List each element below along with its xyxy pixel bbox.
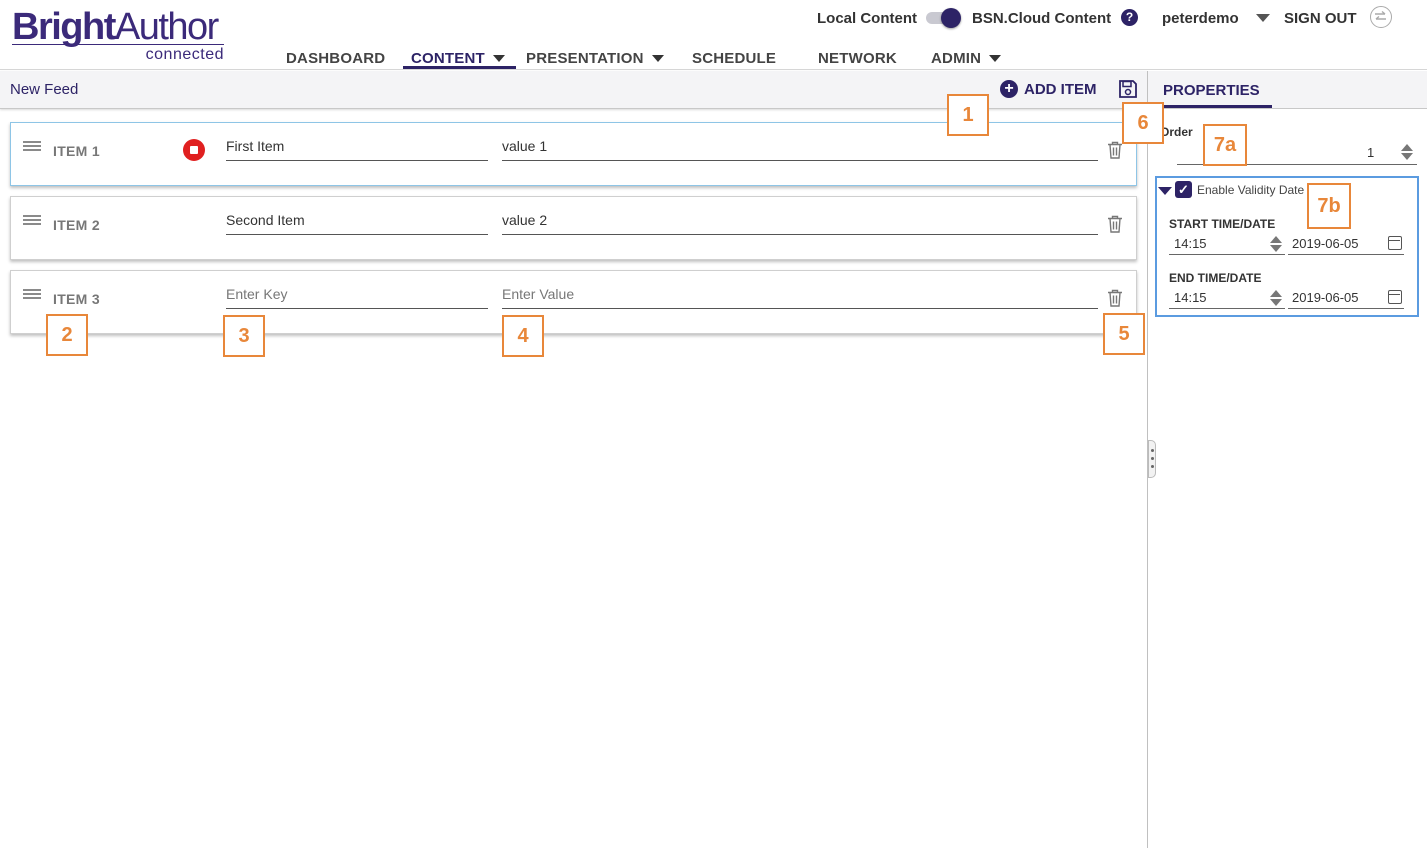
logo-divider xyxy=(12,44,224,45)
calendar-icon[interactable] xyxy=(1388,290,1402,304)
nav-network[interactable]: NETWORK xyxy=(818,46,897,70)
item-label: ITEM 1 xyxy=(53,143,100,159)
username-label[interactable]: peterdemo xyxy=(1162,6,1239,30)
drag-handle-icon[interactable] xyxy=(23,141,41,157)
order-value[interactable]: 1 xyxy=(1367,145,1374,160)
add-item-button[interactable]: + ADD ITEM xyxy=(1000,80,1097,98)
feed-item-row[interactable]: ITEM 2 xyxy=(10,196,1137,260)
sign-out-link[interactable]: SIGN OUT xyxy=(1284,6,1357,30)
enable-validity-label[interactable]: Enable Validity Date xyxy=(1197,183,1304,197)
callout-label: 7b xyxy=(1307,183,1351,229)
end-date-value[interactable]: 2019-06-05 xyxy=(1292,290,1359,305)
item-value-input[interactable] xyxy=(502,283,1098,309)
chevron-down-icon xyxy=(989,54,1002,62)
callout-label: 3 xyxy=(223,315,265,357)
nav-active-indicator xyxy=(403,66,516,69)
start-time-value[interactable]: 14:15 xyxy=(1174,236,1207,251)
end-time-date-label: END TIME/DATE xyxy=(1169,271,1262,285)
order-label: Order xyxy=(1160,125,1193,139)
nav-schedule[interactable]: SCHEDULE xyxy=(692,46,776,70)
cloud-content-label[interactable]: BSN.Cloud Content xyxy=(972,6,1111,30)
tab-properties[interactable]: PROPERTIES xyxy=(1163,82,1260,99)
item-value-input[interactable] xyxy=(502,209,1098,235)
callout-label: 5 xyxy=(1103,313,1145,355)
item-key-input[interactable] xyxy=(226,135,488,161)
drag-handle-icon[interactable] xyxy=(23,289,41,305)
item-value-input[interactable] xyxy=(502,135,1098,161)
panel-resize-handle[interactable] xyxy=(1148,440,1156,478)
local-content-label[interactable]: Local Content xyxy=(817,6,917,30)
user-menu-chevron-down-icon[interactable] xyxy=(1256,14,1270,22)
brightauthor-logo[interactable]: BrightAuthor connected xyxy=(12,6,232,66)
properties-tabbar: PROPERTIES xyxy=(1148,71,1427,109)
item-key-input[interactable] xyxy=(226,283,488,309)
sign-out-icon[interactable] xyxy=(1370,6,1392,28)
collapse-caret-icon[interactable] xyxy=(1158,187,1172,195)
app-header: BrightAuthor connected Local Content BSN… xyxy=(0,0,1427,70)
chevron-down-icon xyxy=(651,54,664,62)
feed-item-row[interactable]: ITEM 3 xyxy=(10,270,1137,334)
feed-title[interactable]: New Feed xyxy=(10,81,78,98)
properties-tab-indicator xyxy=(1157,105,1272,108)
item-key-input[interactable] xyxy=(226,209,488,235)
chevron-down-icon xyxy=(492,54,505,62)
order-spinner-icon[interactable] xyxy=(1401,144,1413,160)
callout-label: 6 xyxy=(1122,102,1164,144)
save-icon[interactable] xyxy=(1118,79,1138,99)
logo-subtitle: connected xyxy=(145,46,224,63)
nav-dashboard[interactable]: DASHBOARD xyxy=(286,46,385,70)
item-label: ITEM 3 xyxy=(53,291,100,307)
callout-label: 4 xyxy=(502,315,544,357)
trash-icon[interactable] xyxy=(1107,289,1123,307)
callout-label: 1 xyxy=(947,94,989,136)
calendar-icon[interactable] xyxy=(1388,236,1402,250)
trash-icon[interactable] xyxy=(1107,215,1123,233)
nav-admin[interactable]: ADMIN xyxy=(931,46,1002,70)
stop-icon[interactable] xyxy=(183,139,205,161)
start-time-date-label: START TIME/DATE xyxy=(1169,217,1276,231)
drag-handle-icon[interactable] xyxy=(23,215,41,231)
trash-icon[interactable] xyxy=(1107,141,1123,159)
help-icon[interactable]: ? xyxy=(1121,9,1138,26)
nav-presentation[interactable]: PRESENTATION xyxy=(526,46,664,70)
logo-bright: Bright xyxy=(12,6,116,48)
callout-label: 7a xyxy=(1203,124,1247,166)
start-time-spinner-icon[interactable] xyxy=(1270,236,1282,252)
enable-validity-checkbox[interactable]: ✓ xyxy=(1175,181,1192,198)
start-date-value[interactable]: 2019-06-05 xyxy=(1292,236,1359,251)
content-source-toggle[interactable] xyxy=(926,8,962,28)
callout-label: 2 xyxy=(46,314,88,356)
logo-author: Author xyxy=(114,6,219,48)
end-time-spinner-icon[interactable] xyxy=(1270,290,1282,306)
end-time-value[interactable]: 14:15 xyxy=(1174,290,1207,305)
item-label: ITEM 2 xyxy=(53,217,100,233)
plus-circle-icon: + xyxy=(1000,80,1018,98)
